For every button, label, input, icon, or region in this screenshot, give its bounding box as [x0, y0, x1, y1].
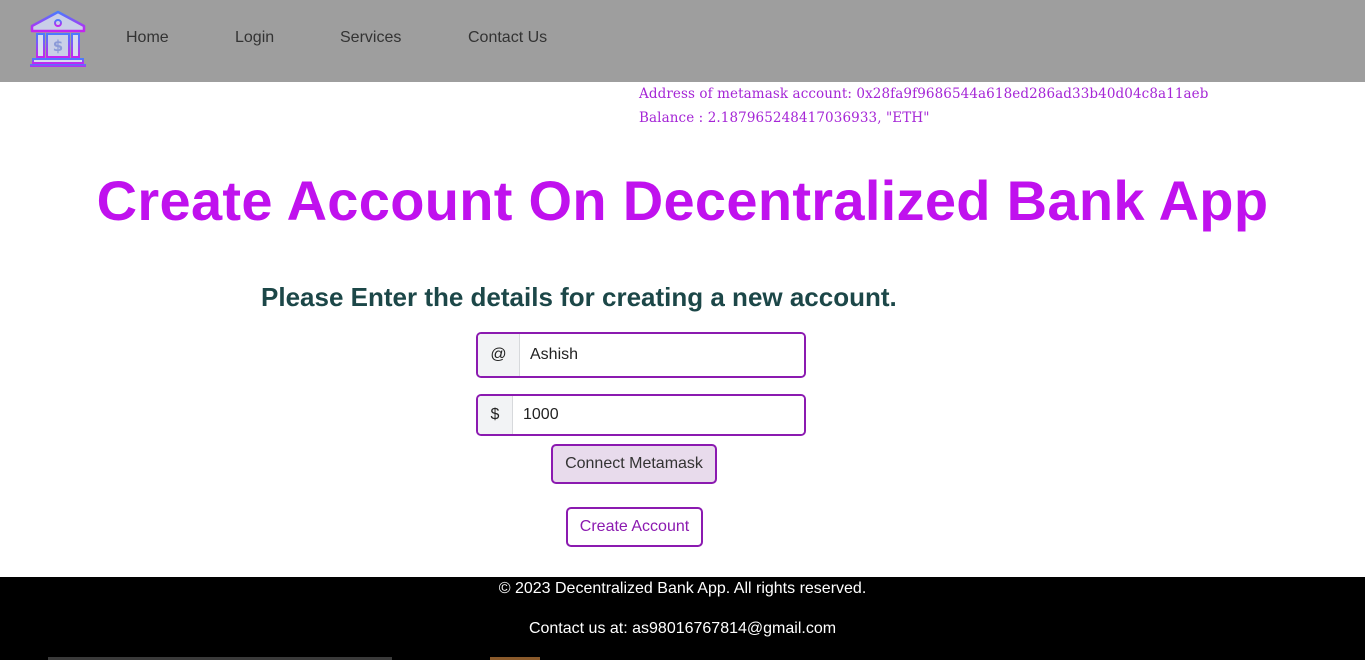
account-balance: Balance : 2.187965248417036933, "ETH"	[639, 110, 930, 126]
footer-copyright: © 2023 Decentralized Bank App. All right…	[498, 580, 867, 597]
nav-login-link[interactable]: Login	[235, 29, 274, 47]
amount-input-group: $	[476, 394, 806, 436]
form-subtitle: Please Enter the details for creating a …	[261, 282, 897, 312]
nav-contact-link[interactable]: Contact Us	[468, 29, 547, 47]
create-account-button[interactable]: Create Account	[566, 507, 703, 547]
nav-services-link[interactable]: Services	[340, 29, 401, 47]
nav-home-link[interactable]: Home	[126, 29, 169, 47]
name-input[interactable]	[520, 334, 804, 376]
at-sign-addon: @	[478, 334, 520, 376]
bank-icon[interactable]: $	[28, 9, 88, 69]
connect-metamask-button[interactable]: Connect Metamask	[551, 444, 717, 484]
page-title: Create Account On Decentralized Bank App	[96, 169, 1269, 232]
name-input-group: @	[476, 332, 806, 378]
navbar: $ Home Login Services Contact Us	[0, 0, 1365, 82]
dollar-sign-addon: $	[478, 396, 513, 434]
svg-text:$: $	[53, 37, 63, 55]
footer: © 2023 Decentralized Bank App. All right…	[0, 577, 1365, 660]
account-info: Address of metamask account: 0x28fa9f968…	[639, 82, 1209, 130]
account-address: Address of metamask account: 0x28fa9f968…	[639, 86, 1209, 102]
amount-input[interactable]	[513, 396, 804, 434]
footer-contact: Contact us at: as98016767814@gmail.com	[528, 620, 837, 637]
